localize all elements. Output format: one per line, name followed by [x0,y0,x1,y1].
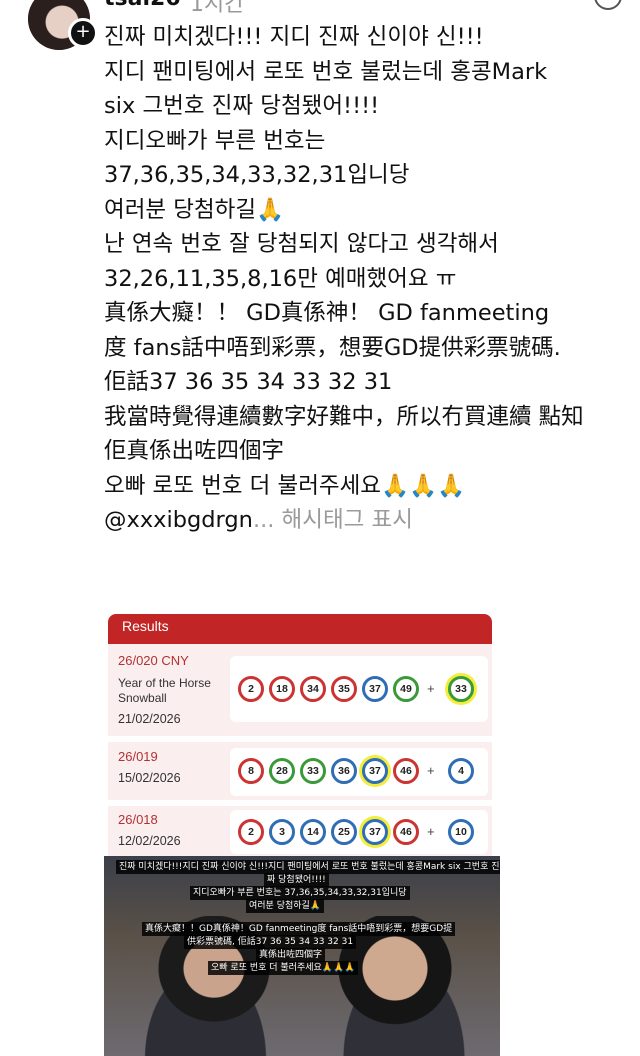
post-line: 佢話37 36 35 34 33 32 31 [104,369,393,395]
results-title: Results [122,618,169,634]
extra-ball: 4 [448,758,474,784]
lottery-ball: 46 [393,758,419,784]
balls-box: 2 18 34 35 37 49 +33 [230,656,488,722]
mention-link[interactable]: @xxxibgdrgn [104,507,253,533]
ball-number: 25 [338,826,350,838]
post-line: 佢真係出咗四個字 [104,438,285,464]
hashtag-line: @xxxibgdrgn... 해시태그 표시 [104,503,624,538]
timestamp: 1시간 [190,0,245,17]
post-text: 진짜 미치겠다!!! 지디 진짜 신이야 신!!! 지디 팬미팅에서 로또 번호… [104,20,624,538]
lottery-ball: 14 [300,819,326,845]
post-line: 32,26,11,35,8,16만 예매했어요 ㅠ [104,265,457,292]
post-line: 지디 팬미팅에서 로또 번호 불렀는데 홍콩Mark [104,58,548,85]
ball-number: 33 [307,765,319,777]
plus-sign: + [427,681,435,696]
extra-ball: 10 [448,819,474,845]
caption-line: 여러분 당첨하길🙏 [246,899,325,913]
lottery-ball: 33 [300,758,326,784]
lottery-ball: 46 [393,819,419,845]
ball-number: 18 [276,683,288,695]
results-header: Results [108,614,492,644]
plus-sign: + [427,824,435,839]
ball-number: 10 [455,826,467,838]
extra-ball: 33 [448,676,474,702]
avatar[interactable]: + [28,0,98,50]
post-line: 37,36,35,34,33,32,31입니당 [104,162,410,188]
post-line: 真係大癡！！ GD真係神！ GD fanmeeting [104,300,550,326]
lottery-ball: 3 [269,819,295,845]
draw-row: 26/018 12/02/2026 2 3 14 25 37 46 +10 [108,806,492,856]
lottery-ball: 36 [331,758,357,784]
ball-number: 37 [369,826,381,838]
lottery-ball: 37 [362,819,388,845]
post-line: 我當時覺得連續數字好難中，所以冇買連續 點知 [104,403,584,430]
draw-date: 21/02/2026 [118,712,181,726]
draw-date: 12/02/2026 [118,834,181,848]
plus-sign: + [427,763,435,778]
lottery-ball: 28 [269,758,295,784]
post-line: 오빠 로또 번호 더 불러주세요🙏🙏🙏 [104,472,466,499]
lottery-ball: 37 [362,758,388,784]
post-line: 진짜 미치겠다!!! 지디 진짜 신이야 신!!! [104,24,484,50]
caption-line: 오빠 로또 번호 더 불러주세요🙏🙏🙏 [208,961,359,975]
ball-number: 36 [338,765,350,777]
username[interactable]: tsal26 [104,0,181,11]
ball-number: 34 [307,683,319,695]
draw-name: Year of the Horse Snowball [118,676,211,705]
ball-number: 2 [248,826,254,838]
draw-date: 15/02/2026 [118,771,181,785]
draw-id: 26/018 [118,812,158,827]
ball-number: 28 [276,765,288,777]
lottery-ball: 49 [393,676,419,702]
caption-line: 真係大癡！！GD真係神！GD fanmeeting度 fans話中唔到彩票，想要… [142,922,456,936]
lottery-ball: 8 [238,758,264,784]
post-line: six 그번호 진짜 당첨됐어!!!! [104,93,380,119]
post-line: 지디오빠가 부른 번호는 [104,127,326,154]
post-image[interactable]: Results 26/020 CNY Year of the Horse Sno… [104,614,500,1056]
fanmeeting-photo: 진짜 미치겠다!!!지디 진짜 신이야 신!!!지디 팬미팅에서 로또 번호 불… [104,856,500,1056]
ball-number: 46 [400,765,412,777]
post-line: 난 연속 번호 잘 당첨되지 않다고 생각해서 [104,231,499,257]
lottery-ball: 34 [300,676,326,702]
ball-number: 33 [455,683,467,695]
post-line: 여러분 당첨하길🙏 [104,196,285,223]
caption-line: 供彩票號碼, 佢話37 36 35 34 33 32 31 [184,935,357,949]
caption-line: 진짜 미치겠다!!!지디 진짜 신이야 신!!!지디 팬미팅에서 로또 번호 불… [116,860,500,874]
ball-number: 8 [248,765,254,777]
draw-row: 26/019 15/02/2026 8 28 33 36 37 46 +4 [108,742,492,800]
caption-line: 지디오빠가 부른 번호는 37,36,35,34,33,32,31입니당 [190,886,410,900]
lottery-ball: 35 [331,676,357,702]
lottery-ball: 25 [331,819,357,845]
post-line: 度 fans話中唔到彩票，想要GD提供彩票號碼. [104,334,561,361]
ball-number: 35 [338,683,350,695]
draw-id: 26/020 CNY [118,653,189,668]
show-hashtags-link[interactable]: ... 해시태그 표시 [253,507,413,533]
ball-number: 3 [279,826,285,838]
caption-line: 짜 당첨됐어!!!! [264,873,329,887]
ball-number: 14 [307,826,319,838]
draw-row: 26/020 CNY Year of the Horse Snowball 21… [108,644,492,736]
lottery-ball: 2 [238,676,264,702]
lottery-ball: 2 [238,819,264,845]
ball-number: 37 [369,765,381,777]
more-options-icon[interactable] [594,0,622,10]
ball-number: 4 [458,765,464,777]
balls-box: 2 3 14 25 37 46 +10 [230,810,488,854]
lottery-ball: 37 [362,676,388,702]
draw-id: 26/019 [118,749,158,764]
lottery-ball: 18 [269,676,295,702]
caption-line: 真係出咗四個字 [256,948,326,962]
ball-number: 46 [400,826,412,838]
ball-number: 37 [369,683,381,695]
balls-box: 8 28 33 36 37 46 +4 [230,748,488,796]
plus-icon[interactable]: + [68,18,98,48]
ball-number: 2 [248,683,254,695]
ball-number: 49 [400,683,412,695]
